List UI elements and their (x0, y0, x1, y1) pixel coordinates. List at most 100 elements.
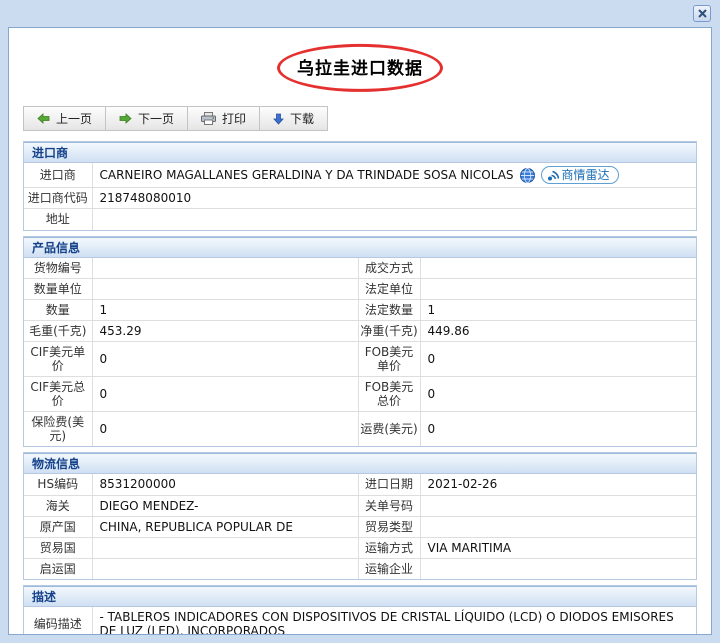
field-label: 毛重(千克) (24, 321, 92, 342)
field-value: 0 (420, 377, 696, 412)
field-value: 2021-02-26 (420, 474, 696, 495)
printer-icon (201, 112, 216, 125)
field-value: 0 (92, 342, 358, 377)
field-value: 449.86 (420, 321, 696, 342)
field-label: 贸易国 (24, 537, 92, 558)
next-page-button[interactable]: 下一页 (106, 107, 188, 130)
field-label: 编码描述 (24, 607, 92, 635)
field-label: 数量 (24, 300, 92, 321)
field-label: FOB美元总价 (358, 377, 420, 412)
field-label: 数量单位 (24, 279, 92, 300)
field-value: 0 (92, 377, 358, 412)
field-value (92, 558, 358, 579)
field-value: 1 (92, 300, 358, 321)
table-row: CIF美元单价 0 FOB美元单价 0 (24, 342, 696, 377)
field-value: 8531200000 (92, 474, 358, 495)
table-row: 进口商代码 218748080010 (24, 188, 696, 209)
table-row: 原产国 CHINA, REPUBLICA POPULAR DE 贸易类型 (24, 516, 696, 537)
green-left-arrow-icon (37, 113, 50, 124)
product-table: 货物编号 成交方式 数量单位 法定单位 数量 1 法定数量 (24, 258, 696, 447)
blue-down-arrow-icon (273, 113, 284, 125)
field-value (92, 258, 358, 279)
field-label: FOB美元单价 (358, 342, 420, 377)
field-label: 法定单位 (358, 279, 420, 300)
field-label: 贸易类型 (358, 516, 420, 537)
field-value (92, 537, 358, 558)
field-label: 进口日期 (358, 474, 420, 495)
print-button[interactable]: 打印 (188, 107, 260, 130)
field-value: 0 (420, 412, 696, 447)
field-label: 进口商代码 (24, 188, 92, 209)
table-row: 进口商 CARNEIRO MAGALLANES GERALDINA Y DA T… (24, 163, 696, 188)
page-title: 乌拉圭进口数据 (297, 54, 423, 79)
title-area: 乌拉圭进口数据 (9, 28, 711, 104)
field-label: 海关 (24, 495, 92, 516)
importer-table: 进口商 CARNEIRO MAGALLANES GERALDINA Y DA T… (24, 163, 696, 230)
section-importer: 进口商 进口商 CARNEIRO MAGALLANES GERALDINA Y … (23, 141, 697, 231)
field-label: 货物编号 (24, 258, 92, 279)
table-row: 贸易国 运输方式 VIA MARITIMA (24, 537, 696, 558)
logistics-table: HS编码 8531200000 进口日期 2021-02-26 海关 DIEGO… (24, 474, 696, 579)
download-label: 下载 (290, 110, 314, 127)
import-data-dialog: 乌拉圭进口数据 上一页 下一页 (0, 0, 720, 643)
field-value: CHINA, REPUBLICA POPULAR DE (92, 516, 358, 537)
field-label: 进口商 (24, 163, 92, 188)
field-value (420, 516, 696, 537)
section-product-header: 产品信息 (24, 237, 696, 258)
table-row: 启运国 运输企业 (24, 558, 696, 579)
prev-page-button[interactable]: 上一页 (24, 107, 106, 130)
field-value: - TABLEROS INDICADORES CON DISPOSITIVOS … (92, 607, 696, 635)
field-label: 地址 (24, 209, 92, 230)
field-value (420, 279, 696, 300)
table-row: 编码描述 - TABLEROS INDICADORES CON DISPOSIT… (24, 607, 696, 635)
globe-icon[interactable] (520, 168, 535, 183)
field-value (92, 279, 358, 300)
toolbar: 上一页 下一页 打印 下载 (23, 106, 328, 131)
description-table: 编码描述 - TABLEROS INDICADORES CON DISPOSIT… (24, 607, 696, 635)
table-row: 地址 (24, 209, 696, 230)
field-value: 1 (420, 300, 696, 321)
field-label: 关单号码 (358, 495, 420, 516)
field-value (420, 258, 696, 279)
field-label: 启运国 (24, 558, 92, 579)
field-label: 净重(千克) (358, 321, 420, 342)
green-right-arrow-icon (119, 113, 132, 124)
section-product: 产品信息 货物编号 成交方式 数量单位 法定单位 (23, 236, 697, 448)
table-row: 数量单位 法定单位 (24, 279, 696, 300)
close-icon (698, 9, 707, 18)
field-label: CIF美元单价 (24, 342, 92, 377)
section-description: 描述 编码描述 - TABLEROS INDICADORES CON DISPO… (23, 585, 697, 635)
field-label: HS编码 (24, 474, 92, 495)
field-label: 法定数量 (358, 300, 420, 321)
table-row: 数量 1 法定数量 1 (24, 300, 696, 321)
field-value (92, 209, 696, 230)
field-label: CIF美元总价 (24, 377, 92, 412)
sections: 进口商 进口商 CARNEIRO MAGALLANES GERALDINA Y … (23, 141, 697, 635)
section-logistics: 物流信息 HS编码 8531200000 进口日期 2021-02-26 海关 … (23, 452, 697, 580)
field-value: 0 (92, 412, 358, 447)
table-row: 货物编号 成交方式 (24, 258, 696, 279)
field-label: 运输方式 (358, 537, 420, 558)
table-row: 毛重(千克) 453.29 净重(千克) 449.86 (24, 321, 696, 342)
field-label: 原产国 (24, 516, 92, 537)
print-label: 打印 (222, 110, 246, 127)
prev-page-label: 上一页 (56, 110, 92, 127)
field-label: 成交方式 (358, 258, 420, 279)
radar-icon (547, 169, 559, 181)
close-button[interactable] (693, 5, 711, 22)
business-radar-badge[interactable]: 商情雷达 (541, 166, 619, 184)
field-value: DIEGO MENDEZ- (92, 495, 358, 516)
field-label: 运费(美元) (358, 412, 420, 447)
download-button[interactable]: 下载 (260, 107, 327, 130)
field-value: 453.29 (92, 321, 358, 342)
section-description-header: 描述 (24, 586, 696, 607)
section-logistics-header: 物流信息 (24, 453, 696, 474)
field-value: 218748080010 (92, 188, 696, 209)
field-value: VIA MARITIMA (420, 537, 696, 558)
importer-name: CARNEIRO MAGALLANES GERALDINA Y DA TRIND… (100, 168, 514, 182)
table-row: CIF美元总价 0 FOB美元总价 0 (24, 377, 696, 412)
business-radar-label: 商情雷达 (562, 168, 610, 182)
section-importer-header: 进口商 (24, 142, 696, 163)
table-row: 海关 DIEGO MENDEZ- 关单号码 (24, 495, 696, 516)
field-value (420, 495, 696, 516)
